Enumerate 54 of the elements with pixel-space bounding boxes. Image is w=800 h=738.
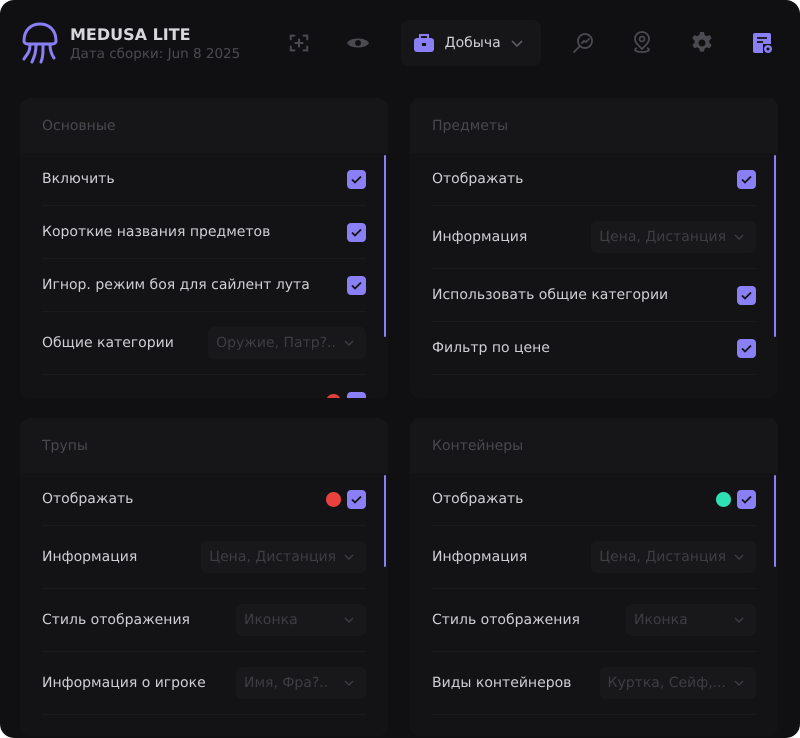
checkbox[interactable]	[737, 170, 756, 188]
chevron-down-icon	[344, 340, 354, 346]
scrollbar[interactable]	[774, 475, 776, 567]
chevron-down-icon	[734, 680, 744, 686]
setting-label: Использовать общие категории	[432, 287, 668, 303]
setting-label: Фильтр по цене	[432, 340, 550, 356]
setting-label: Виды контейнеров	[432, 675, 572, 691]
scrollbar[interactable]	[384, 475, 386, 567]
mode-dropdown[interactable]: Добыча	[400, 20, 541, 66]
jellyfish-logo-icon	[20, 21, 60, 65]
setting-label: Общие категории	[42, 335, 174, 351]
checkbox[interactable]	[347, 222, 366, 242]
setting-label: Информация	[432, 549, 528, 565]
setting-label: Отображать	[432, 171, 524, 187]
checkmark-icon	[741, 344, 752, 352]
checkmark-icon	[351, 494, 362, 504]
focus-plus-icon	[288, 32, 310, 54]
magnifier-chart-icon	[570, 31, 595, 55]
scrollbar[interactable]	[774, 155, 776, 337]
chevron-down-icon	[344, 617, 354, 623]
checkmark-icon	[351, 174, 362, 184]
setting-label: Игнор. режим боя для сайлент лута	[42, 277, 310, 293]
checkmark-icon	[741, 494, 752, 504]
checkmark-icon	[741, 174, 752, 184]
color-swatch[interactable]	[716, 492, 731, 506]
chevron-down-icon	[734, 234, 744, 240]
chevron-down-icon	[344, 554, 354, 560]
checkbox[interactable]	[347, 276, 366, 294]
setting-label: Отображать	[432, 491, 524, 507]
chevron-down-icon	[510, 40, 523, 46]
setting-label: Отображать	[42, 491, 134, 507]
setting-label: Стиль отображения	[42, 612, 190, 628]
checkbox[interactable]	[347, 490, 366, 508]
app-title: MEDUSA LITE	[70, 24, 192, 44]
checkmark-icon	[351, 280, 362, 290]
chevron-down-icon	[734, 554, 744, 560]
build-date: Дата сборки: Jun 8 2025	[70, 46, 240, 62]
checkbox[interactable]	[347, 170, 366, 188]
setting-label: Короткие названия предметов	[42, 224, 270, 240]
checkmark-icon	[741, 290, 752, 300]
checkbox[interactable]	[737, 490, 756, 508]
checkmark-icon	[351, 228, 362, 236]
setting-label: Информация	[42, 549, 138, 565]
checkbox[interactable]	[737, 286, 756, 304]
setting-label: Включить	[42, 171, 115, 187]
checkbox[interactable]	[737, 338, 756, 358]
chevron-down-icon	[734, 617, 744, 623]
scrollbar[interactable]	[384, 155, 386, 337]
briefcase-icon	[412, 33, 435, 53]
setting-label: Информация	[432, 229, 528, 245]
setting-label: Информация о игроке	[42, 675, 206, 691]
chevron-down-icon	[344, 680, 354, 686]
setting-label: Стиль отображения	[432, 612, 580, 628]
color-swatch[interactable]	[326, 492, 341, 506]
